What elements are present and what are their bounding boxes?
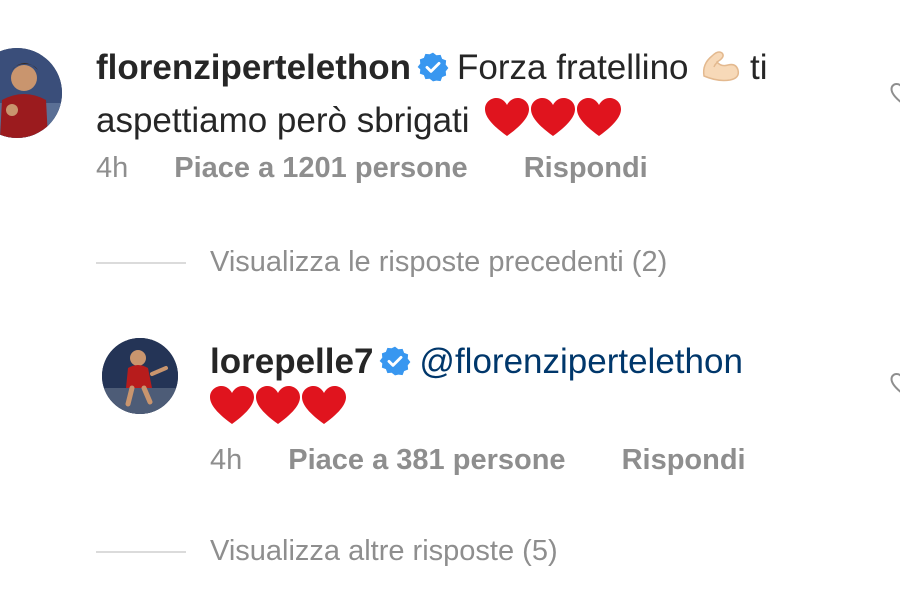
view-previous-replies-label: Visualizza le risposte precedenti (2) — [210, 246, 668, 278]
red-heart-icon — [256, 386, 300, 424]
comment-username[interactable]: florenzipertelethon — [96, 48, 411, 87]
divider-line — [96, 550, 186, 553]
comment-time: 4h — [96, 152, 129, 184]
reply-time: 4h — [210, 444, 243, 476]
reply-username[interactable]: lorepelle7 — [210, 342, 373, 381]
red-heart-icon — [210, 386, 254, 424]
avatar-florenzi[interactable] — [0, 48, 62, 138]
comment-text-line2: aspettiamo però sbrigati — [96, 101, 470, 140]
comment-text-line1: Forza fratellino — [457, 48, 689, 87]
divider-line — [96, 261, 186, 264]
reply-mention-link[interactable]: @florenzipertelethon — [419, 342, 743, 381]
comment-likes-link[interactable]: Piace a 1201 persone — [174, 152, 467, 185]
hearts-group — [485, 98, 622, 138]
view-previous-replies-button[interactable]: Visualizza le risposte precedenti (2) — [96, 246, 667, 279]
avatar-photo — [102, 338, 178, 414]
red-heart-icon — [577, 98, 622, 136]
avatar-lorepelle7[interactable] — [102, 338, 178, 414]
red-heart-icon — [531, 98, 576, 136]
comment-meta: 4h Piace a 1201 persone Rispondi — [96, 152, 648, 185]
comment-body: florenzipertelethon Forza fratellino ti … — [96, 44, 856, 145]
like-heart-outline-icon[interactable] — [890, 82, 900, 106]
comment-reply: lorepelle7 @florenzipertelethon 4h Piace… — [0, 320, 900, 520]
verified-badge-icon — [380, 346, 411, 376]
comment-reply-button[interactable]: Rispondi — [524, 152, 648, 185]
red-heart-icon — [302, 386, 346, 424]
reply-likes-link[interactable]: Piace a 381 persone — [288, 444, 565, 477]
view-more-replies-button[interactable]: Visualizza altre risposte (5) — [96, 535, 558, 568]
comment-text-after-emoji: ti — [749, 48, 768, 87]
reply-meta: 4h Piace a 381 persone Rispondi — [210, 444, 746, 477]
view-more-replies-label: Visualizza altre risposte (5) — [210, 535, 558, 567]
hearts-group — [210, 386, 346, 426]
reply-body: lorepelle7 @florenzipertelethon — [210, 338, 870, 435]
comment-top: florenzipertelethon Forza fratellino ti … — [0, 0, 900, 230]
verified-badge-icon — [417, 52, 449, 82]
reply-reply-button[interactable]: Rispondi — [622, 444, 746, 477]
avatar-photo — [0, 48, 62, 138]
flexed-biceps-icon — [698, 46, 740, 97]
like-heart-outline-icon[interactable] — [890, 372, 900, 396]
red-heart-icon — [485, 98, 530, 136]
